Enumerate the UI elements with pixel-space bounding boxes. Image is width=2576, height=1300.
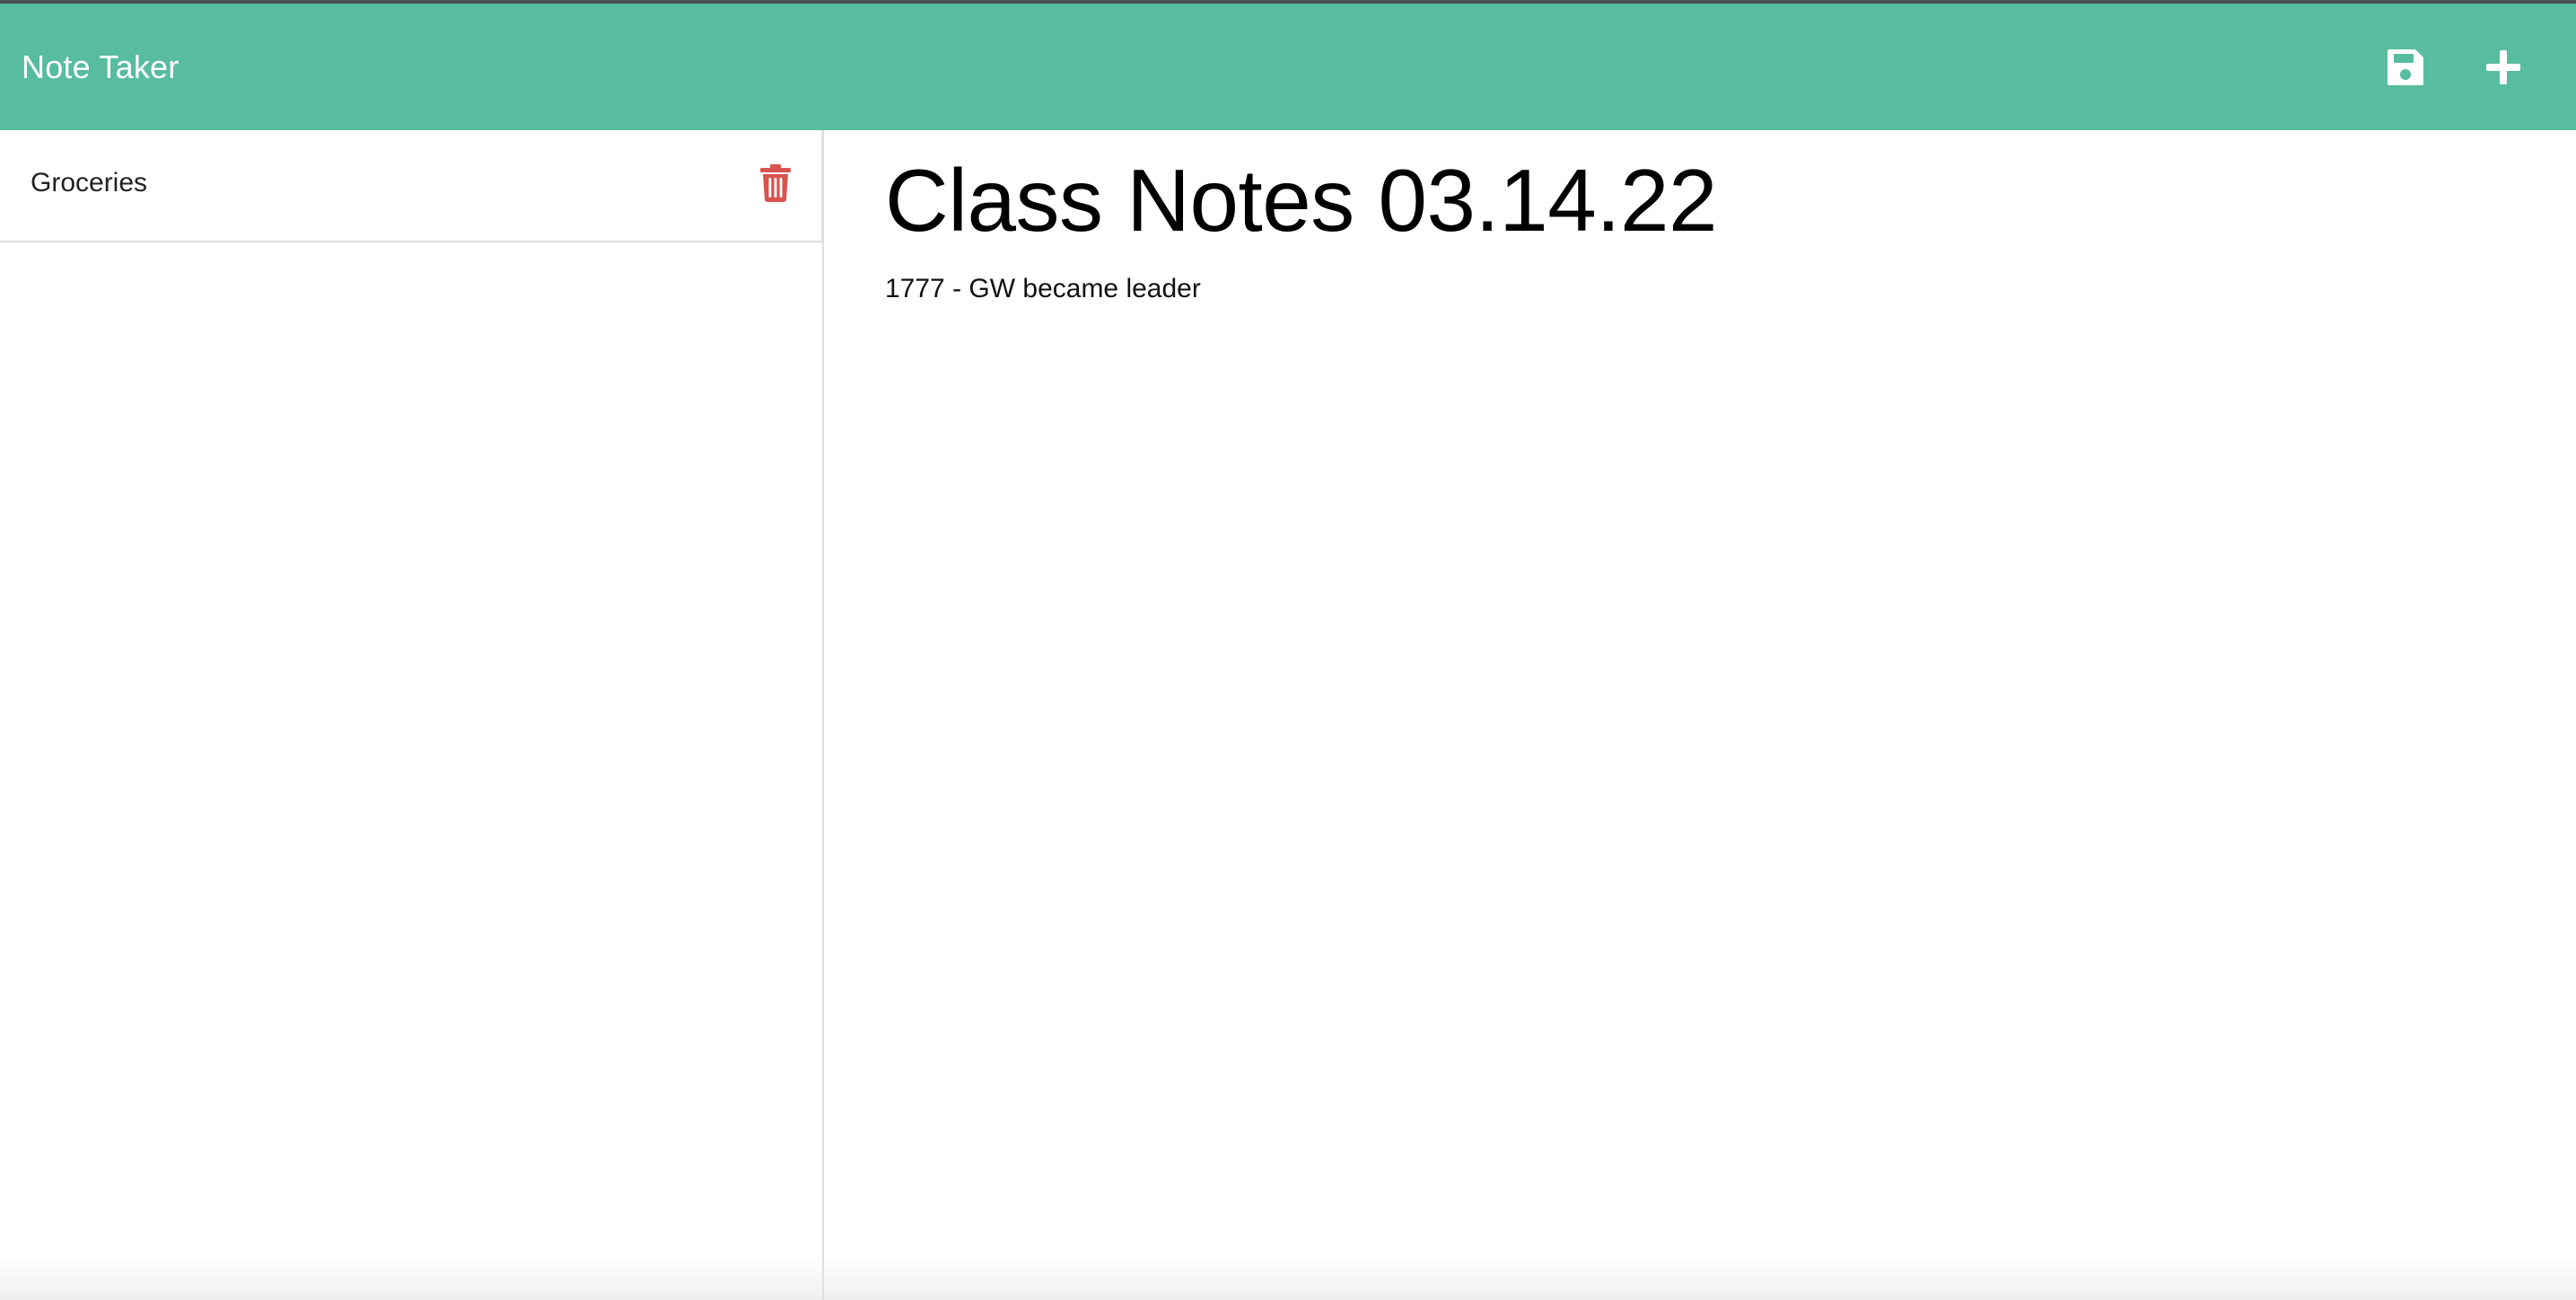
plus-icon xyxy=(2486,50,2520,84)
notes-sidebar: Groceries xyxy=(0,130,824,1300)
new-note-button[interactable] xyxy=(2478,42,2528,92)
list-item[interactable]: Groceries xyxy=(0,130,822,242)
save-note-button[interactable] xyxy=(2380,42,2431,92)
app-title[interactable]: Note Taker xyxy=(22,48,179,86)
note-editor: Class Notes 03.14.22 1777 - GW became le… xyxy=(826,130,2576,1300)
delete-note-button[interactable] xyxy=(759,164,792,202)
floppy-disk-icon xyxy=(2388,49,2423,85)
note-title-input[interactable]: Class Notes 03.14.22 xyxy=(885,150,1717,251)
trash-icon xyxy=(760,164,791,202)
note-text-area[interactable]: 1777 - GW became leader xyxy=(885,274,1201,304)
navbar: Note Taker xyxy=(0,4,2576,130)
list-item-title: Groceries xyxy=(31,168,148,198)
